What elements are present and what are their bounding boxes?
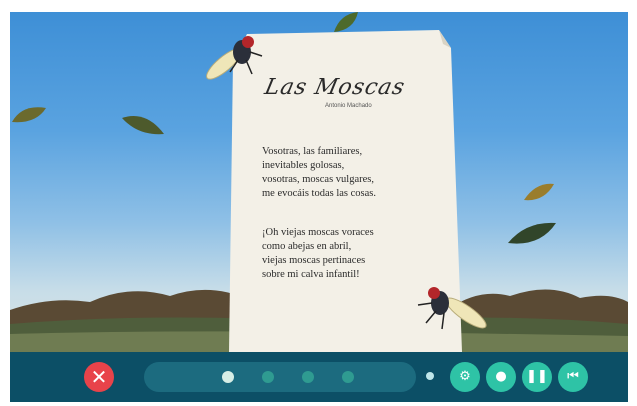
falling-leaf-icon (12, 107, 46, 123)
falling-leaf-icon (122, 116, 164, 135)
poem-title: Las Moscas (262, 75, 408, 100)
control-bar: ✕ ⚙ ● ❚❚ ⏮ (10, 352, 628, 402)
app-frame: Las Moscas Antonio Machado Vosotras, las… (10, 12, 628, 402)
page-dot-1[interactable] (222, 371, 234, 383)
pause-icon: ❚❚ (526, 369, 548, 384)
microphone-icon: ● (495, 369, 507, 384)
page-dot-3[interactable] (302, 371, 314, 383)
poem-stanza-1: Vosotras, las familiares, inevitables go… (262, 145, 442, 201)
settings-icon: ⚙ (459, 369, 471, 384)
poem-author: Antonio Machado (325, 103, 372, 109)
falling-leaf-icon (508, 222, 556, 244)
page-dot-4[interactable] (342, 371, 354, 383)
poem-line: inevitables golosas, (262, 160, 345, 171)
page-dot-2[interactable] (262, 371, 274, 383)
progress-pointer-icon (426, 372, 434, 380)
close-button[interactable]: ✕ (84, 362, 114, 392)
poem-line: me evocáis todas las cosas. (262, 188, 377, 199)
skip-back-icon: ⏮ (567, 369, 579, 384)
record-button[interactable]: ● (486, 362, 516, 392)
fly-icon (206, 36, 263, 80)
poem-line: viejas moscas pertinaces (262, 255, 366, 266)
pause-button[interactable]: ❚❚ (522, 362, 552, 392)
settings-button[interactable]: ⚙ (450, 362, 480, 392)
falling-leaf-icon (524, 183, 554, 201)
poem-line: Vosotras, las familiares, (262, 146, 363, 157)
skip-back-button[interactable]: ⏮ (558, 362, 588, 392)
poem-line: como abejas en abril, (262, 241, 352, 252)
poem-line: vosotras, moscas vulgares, (262, 174, 374, 185)
fly-icon (417, 287, 487, 330)
poem-line: ¡Oh viejas moscas voraces (262, 227, 374, 238)
poem-stanza-2: ¡Oh viejas moscas voraces como abejas en… (262, 226, 442, 282)
story-scene: Las Moscas Antonio Machado Vosotras, las… (10, 12, 628, 352)
page-progress-track[interactable] (144, 362, 416, 392)
